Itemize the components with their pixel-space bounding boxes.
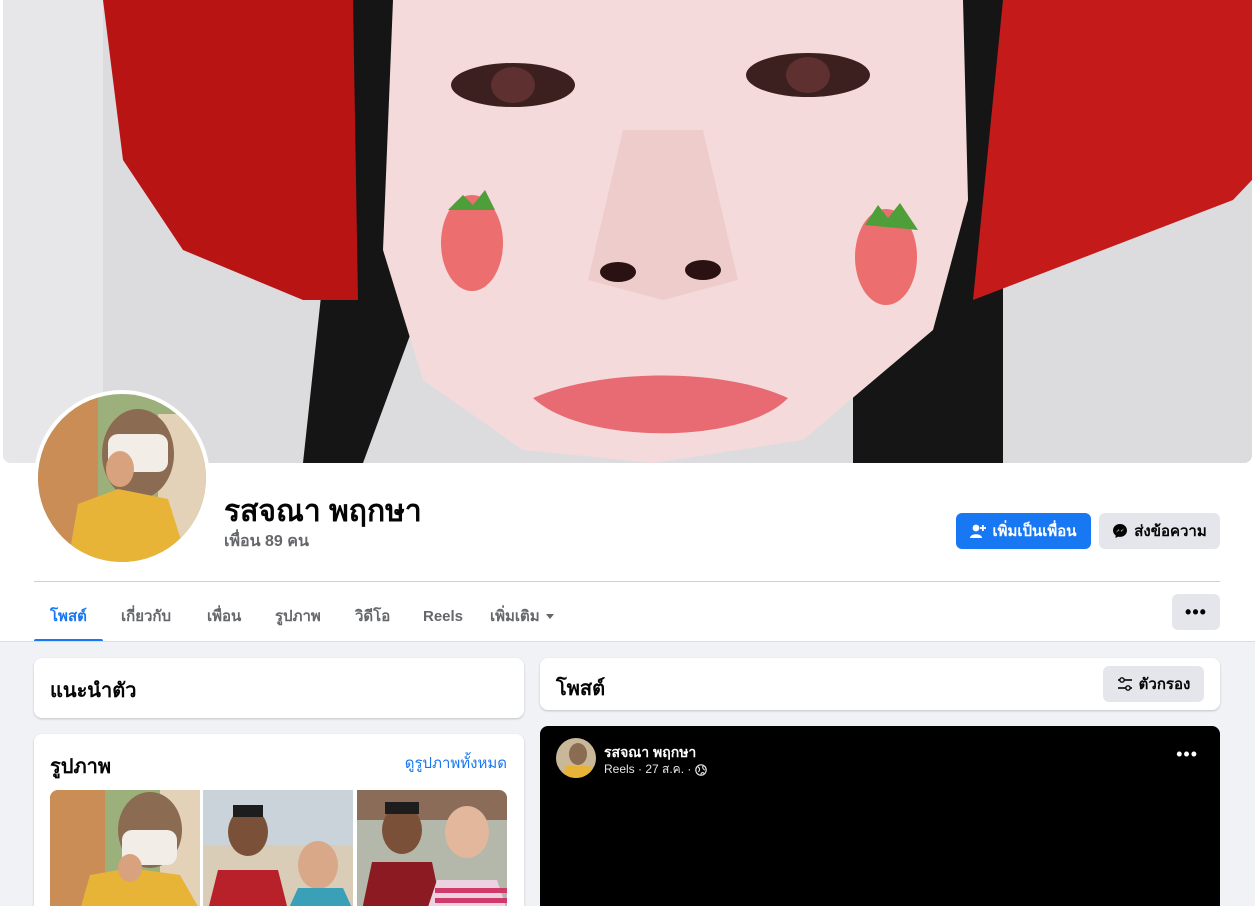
tab-posts[interactable]: โพสต์ [34,590,103,642]
profile-more-button[interactable]: ••• [1172,594,1220,630]
post-author-avatar[interactable] [556,738,596,778]
add-friend-icon [970,524,987,538]
photo-thumbnail[interactable] [203,790,353,906]
photo-image [50,790,200,906]
cover-photo[interactable] [3,0,1252,463]
tab-photos-label: รูปภาพ [275,608,321,625]
tab-more-label: เพิ่มเติม [490,608,540,625]
tab-videos[interactable]: วิดีโอ [339,590,406,642]
send-message-button[interactable]: ส่งข้อความ [1099,513,1220,549]
filter-label: ตัวกรอง [1138,676,1191,693]
profile-avatar[interactable] [34,390,210,566]
see-all-photos-link[interactable]: ดูรูปภาพทั้งหมด [405,751,507,775]
messenger-icon [1113,524,1128,538]
filter-button[interactable]: ตัวกรอง [1103,666,1204,702]
cover-image [3,0,1252,463]
header-bottom-border [0,641,1255,642]
tab-posts-label: โพสต์ [50,608,87,625]
post-meta: Reels · 27 ส.ค. · [604,760,708,779]
globe-icon [695,763,708,776]
avatar-image [38,394,206,562]
add-friend-label: เพิ่มเป็นเพื่อน [992,523,1077,540]
posts-header-card: โพสต์ ตัวกรอง [540,658,1220,710]
add-friend-button[interactable]: เพิ่มเป็นเพื่อน [956,513,1091,549]
photo-thumbnail[interactable] [357,790,507,906]
reel-post[interactable]: รสจณา พฤกษา Reels · 27 ส.ค. · ••• [540,726,1220,906]
friends-count[interactable]: เพื่อน 89 คน [224,529,309,554]
tab-friends-label: เพื่อน [207,608,242,625]
intro-card: แนะนำตัว [34,658,524,718]
post-meta-text: Reels · 27 ส.ค. · [604,762,692,776]
intro-title: แนะนำตัว [50,680,137,702]
filter-icon [1117,677,1132,691]
photo-thumbnail[interactable] [50,790,200,906]
posts-title: โพสต์ [556,678,606,700]
tab-photos[interactable]: รูปภาพ [259,590,337,642]
tab-friends[interactable]: เพื่อน [191,590,257,642]
post-more-button[interactable]: ••• [1176,744,1198,765]
tab-about[interactable]: เกี่ยวกับ [105,590,187,642]
tab-reels[interactable]: Reels [407,590,479,642]
profile-name: รสจณา พฤกษา [224,495,422,528]
chevron-down-icon [545,613,554,619]
tab-reels-label: Reels [423,607,464,625]
tab-more[interactable]: เพิ่มเติม [474,590,570,642]
header-divider [34,581,1220,582]
photo-image [203,790,353,906]
tab-about-label: เกี่ยวกับ [121,608,172,625]
photo-image [357,790,507,906]
photos-title[interactable]: รูปภาพ [50,750,111,782]
post-author-avatar-image [556,738,596,778]
photos-card: รูปภาพ ดูรูปภาพทั้งหมด [34,734,524,906]
profile-header: รสจณา พฤกษา เพื่อน 89 คน เพิ่มเป็นเพื่อน… [0,0,1255,642]
tab-videos-label: วิดีโอ [355,608,391,625]
send-message-label: ส่งข้อความ [1134,523,1207,540]
